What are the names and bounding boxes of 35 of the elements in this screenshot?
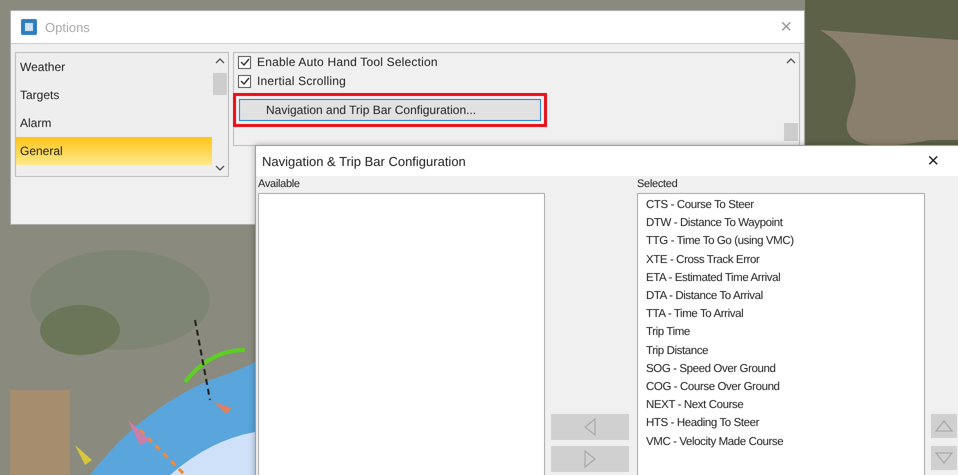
configuration-button[interactable]: Navigation and Trip Bar Configuration...	[239, 99, 541, 121]
checkbox-label: Enable Auto Hand Tool Selection	[257, 55, 438, 69]
list-item[interactable]: HTS - Heading To Steer	[646, 414, 916, 433]
list-item[interactable]: Trip Time	[646, 323, 916, 342]
list-item[interactable]: VMC - Velocity Made Course	[646, 432, 916, 451]
checkbox[interactable]	[238, 74, 251, 88]
checkbox-label: Inertial Scrolling	[257, 74, 346, 88]
list-label: Selected	[637, 178, 678, 190]
list-item[interactable]: CTS - Course To Steer	[646, 196, 916, 214]
list-item[interactable]: XTE - Cross Track Error	[646, 250, 916, 269]
list-item[interactable]: DTA - Distance To Arrival	[646, 287, 916, 306]
list-item[interactable]: Trip Distance	[646, 342, 916, 360]
list-item[interactable]: NEXT - Next Course	[646, 396, 916, 414]
list-item[interactable]: SOG - Speed Over Ground	[646, 360, 916, 378]
list-item[interactable]: ETA - Estimated Time Arrival	[646, 268, 916, 288]
list-label: Available	[258, 178, 301, 190]
checkbox[interactable]	[238, 56, 251, 68]
scroll-thumb[interactable]	[784, 123, 798, 141]
list-item[interactable]: TTG - Time To Go (using VMC)	[646, 232, 916, 251]
category-item[interactable]: Alarm	[16, 109, 212, 137]
window-title: Options	[45, 20, 91, 34]
chevron-up-icon[interactable]	[786, 57, 796, 65]
list-item[interactable]: TTA - Time To Arrival	[646, 305, 916, 324]
scroll-thumb[interactable]	[213, 73, 227, 95]
category-item[interactable]: Targets	[16, 81, 212, 109]
list-item[interactable]: COG - Course Over Ground	[646, 378, 916, 396]
dialog-title: Navigation & Trip Bar Configuration	[262, 154, 467, 168]
close-button[interactable]: ×	[925, 151, 941, 171]
available-list[interactable]	[258, 193, 545, 475]
chevron-down-icon[interactable]	[215, 164, 225, 172]
app-icon	[21, 19, 37, 35]
category-item[interactable]: Weather	[16, 53, 212, 81]
list-item[interactable]: DTW - Distance To Waypoint	[646, 214, 916, 232]
chevron-up-icon[interactable]	[215, 57, 225, 65]
category-item[interactable]: General	[16, 137, 212, 165]
